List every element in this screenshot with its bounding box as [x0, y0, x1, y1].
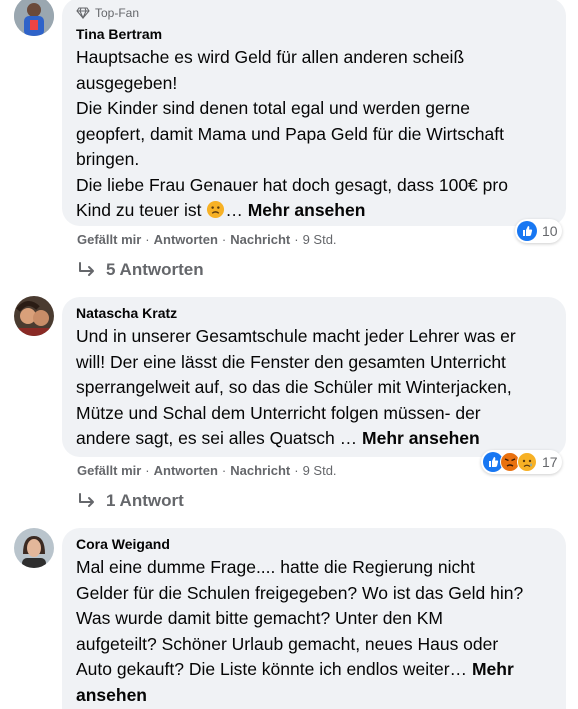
comment-actions: Gefällt mir · Antworten · Nachricht · 9 … — [77, 232, 337, 247]
text-line-more: ansehen — [76, 683, 554, 709]
see-more-link[interactable]: Mehr ansehen — [362, 428, 480, 448]
avatar[interactable] — [14, 296, 54, 336]
view-replies-button[interactable]: 5 Antworten — [78, 260, 204, 280]
comment-text: Mal eine dumme Frage.... hatte die Regie… — [76, 555, 554, 708]
text-line: aufgeteilt? Schöner Urlaub gemacht, neue… — [76, 633, 499, 654]
comment-bubble: Top-Fan Tina Bertram Hauptsache es wird … — [62, 0, 566, 226]
separator: · — [221, 232, 227, 247]
text-line: Mal eine dumme Frage.... hatte die Regie… — [76, 557, 475, 577]
text-line: Die Kinder sind denen total egal und wer… — [76, 98, 471, 118]
separator: · — [294, 232, 299, 247]
timestamp[interactable]: 9 Std. — [303, 463, 337, 478]
separator: · — [221, 463, 227, 478]
diamond-icon — [76, 7, 90, 19]
author-name[interactable]: Tina Bertram — [76, 26, 554, 42]
see-more-link-continued[interactable]: ansehen — [76, 685, 147, 705]
reaction-count: 17 — [542, 454, 558, 470]
avatar[interactable] — [14, 0, 54, 36]
author-name[interactable]: Natascha Kratz — [76, 305, 554, 321]
separator: · — [145, 232, 150, 247]
like-link[interactable]: Gefällt mir — [77, 463, 141, 478]
reply-arrow-icon — [79, 493, 94, 507]
text-line: will! Der eine lässt die Fenster den ges… — [76, 351, 506, 372]
text-line: Hauptsache es wird Geld für allen andere… — [76, 47, 465, 67]
text-line: ausgegeben! — [76, 72, 178, 93]
text-line: Und in unserer Gesamtschule macht jeder … — [76, 326, 516, 346]
reply-link[interactable]: Antworten — [154, 463, 218, 478]
view-replies-button[interactable]: 1 Antwort — [78, 491, 184, 511]
message-link[interactable]: Nachricht — [230, 232, 290, 247]
comment-actions: Gefällt mir · Antworten · Nachricht · 9 … — [77, 463, 337, 478]
text-line-last: Kind zu teuer ist … Mehr ansehen — [76, 198, 554, 224]
timestamp[interactable]: 9 Std. — [303, 232, 337, 247]
reaction-count: 10 — [542, 223, 558, 239]
replies-label: 5 Antworten — [106, 260, 204, 279]
text-line: geopfert, damit Mama und Papa Geld für d… — [76, 123, 504, 144]
comment-text: Hauptsache es wird Geld für allen andere… — [76, 45, 554, 224]
message-link[interactable]: Nachricht — [230, 463, 290, 478]
text-line-last: andere sagt, es sei alles Quatsch … Mehr… — [76, 426, 554, 452]
text-line: Die liebe Frau Genauer hat doch gesagt, … — [76, 174, 508, 195]
text-line: bringen. — [76, 149, 140, 169]
comment-text: Und in unserer Gesamtschule macht jeder … — [76, 324, 554, 452]
reply-arrow-icon — [79, 262, 94, 276]
badge-label: Top-Fan — [95, 6, 140, 20]
reply-link[interactable]: Antworten — [154, 232, 218, 247]
text-fragment: Auto gekauft? Die Liste könnte ich endlo… — [76, 659, 468, 679]
text-fragment: andere sagt, es sei alles Quatsch — [76, 428, 335, 448]
text-line-last: Auto gekauft? Die Liste könnte ich endlo… — [76, 657, 554, 683]
replies-label: 1 Antwort — [106, 491, 184, 510]
see-more-link[interactable]: Mehr — [472, 659, 514, 679]
text-line: sperrangelweit auf, so das die Schüler m… — [76, 377, 512, 397]
ellipsis: … — [334, 428, 358, 448]
reaction-summary[interactable]: 17 — [481, 450, 562, 474]
see-more-link[interactable]: Mehr ansehen — [248, 200, 366, 220]
text-fragment: Kind zu teuer ist — [76, 200, 202, 220]
text-line: Gelder für die Schulen freigegeben? Wo i… — [76, 582, 524, 603]
sad-reaction-icon — [517, 452, 537, 472]
separator: · — [145, 463, 150, 478]
ellipsis: … — [225, 200, 243, 220]
avatar[interactable] — [14, 528, 54, 568]
author-name[interactable]: Cora Weigand — [76, 536, 554, 552]
reaction-summary[interactable]: 10 — [515, 219, 562, 243]
top-fan-badge: Top-Fan — [76, 6, 554, 20]
avatar-image — [14, 528, 54, 568]
text-line: Was wurde damit bitte gemacht? Unter den… — [76, 608, 444, 628]
like-reaction-icon — [517, 221, 537, 241]
comment-bubble: Cora Weigand Mal eine dumme Frage.... ha… — [62, 528, 566, 709]
separator: · — [294, 463, 299, 478]
frowning-emoji-icon — [207, 200, 225, 219]
comment-bubble: Natascha Kratz Und in unserer Gesamtschu… — [62, 297, 566, 457]
text-line: Mütze und Schal dem Unterricht folgen mü… — [76, 402, 481, 423]
like-link[interactable]: Gefällt mir — [77, 232, 141, 247]
avatar-image — [14, 296, 54, 336]
avatar-image — [14, 0, 54, 36]
